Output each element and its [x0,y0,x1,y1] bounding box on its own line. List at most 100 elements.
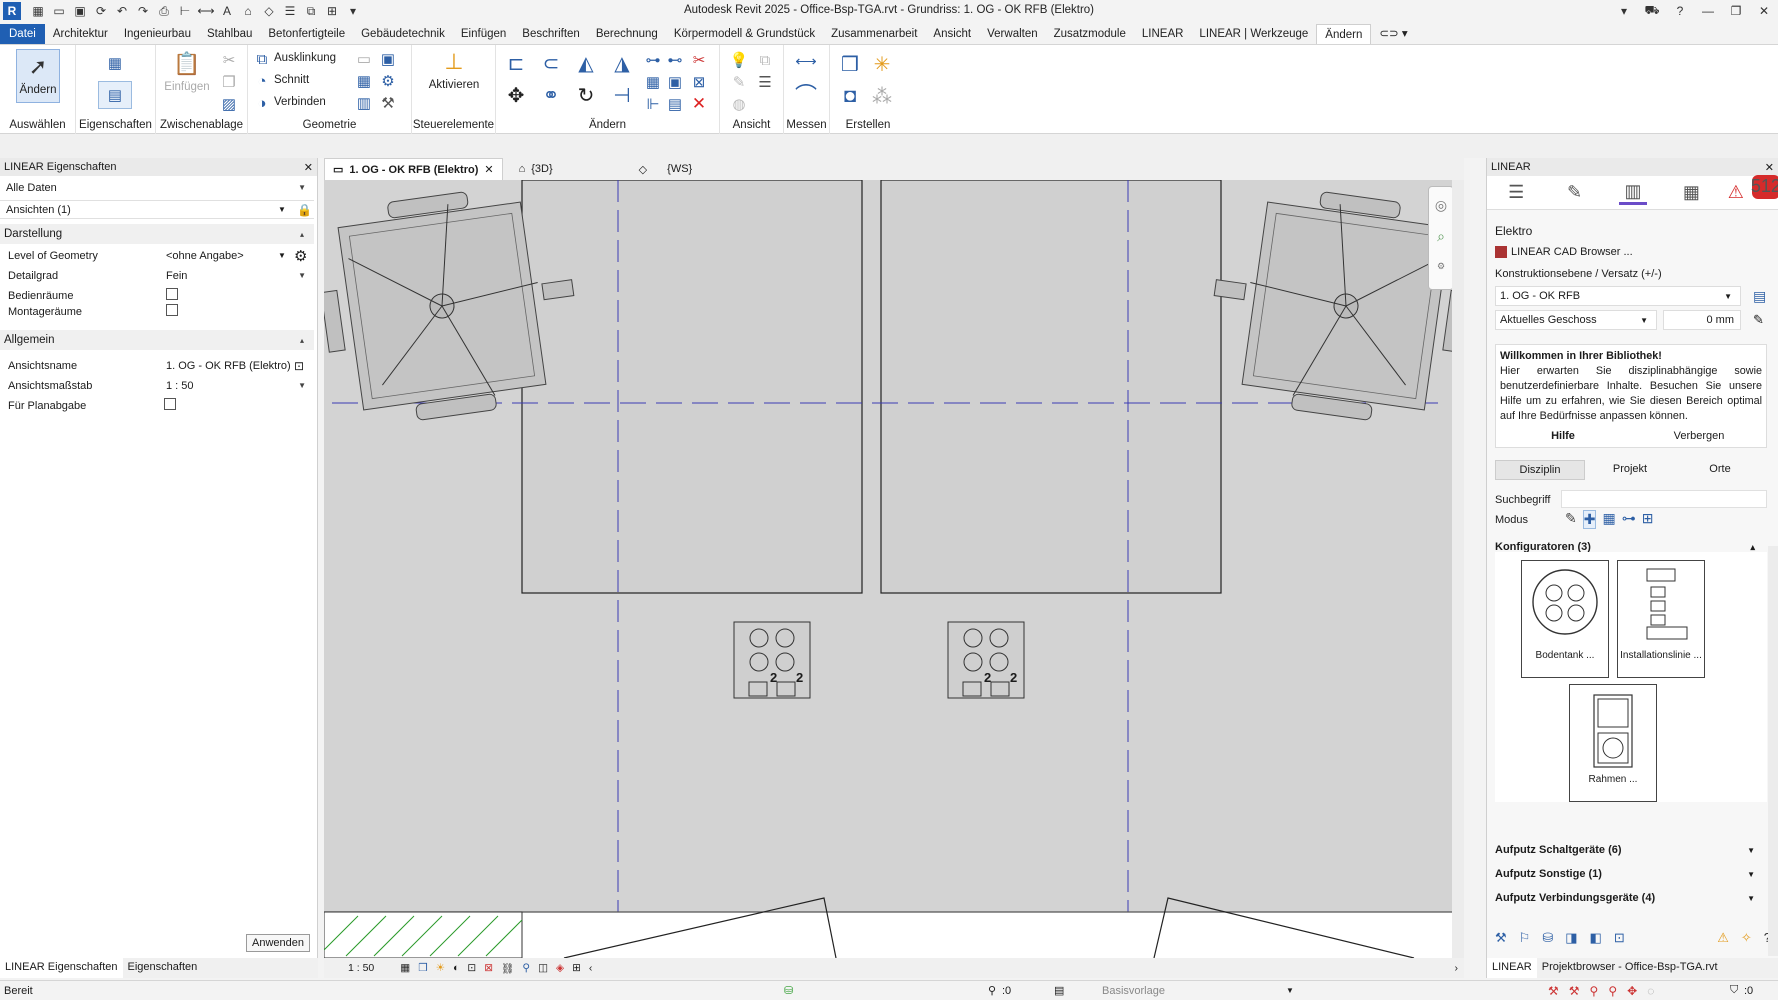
accordion-aufputz-sonstige[interactable]: Aufputz Sonstige (1) ▼ [1495,864,1767,884]
thin-lines-icon[interactable]: ☰ [283,4,297,18]
restore-icon[interactable]: ❐ [1722,4,1750,18]
section-darstellung[interactable]: Darstellung ▴ [0,224,314,244]
view-name-field[interactable]: 1. OG - OK RFB (Elektro) [166,360,291,372]
nav-options-icon[interactable]: ⚙ [1429,261,1453,272]
view-scale[interactable]: 1 : 50 [348,962,374,974]
reveal-hidden-icon[interactable]: ◫ [538,962,548,974]
edit-name-icon[interactable]: ⊡ [294,359,304,373]
accordion-aufputz-schaltgeraete[interactable]: Aufputz Schaltgeräte (6) ▼ [1495,840,1767,860]
analysis-icon[interactable]: ⊞ [572,962,581,974]
open-icon[interactable]: ▭ [52,4,66,18]
type-selector[interactable]: Ansichten (1) ▼ 🔒 [0,200,314,219]
design-options-icon[interactable]: ▤ [1054,984,1064,997]
chevron-down-icon[interactable]: ▼ [1286,986,1294,995]
paint-view-icon[interactable]: ◍ [728,95,750,113]
tool-icon[interactable]: ⊡ [1614,930,1625,946]
search-input[interactable] [1561,490,1767,508]
montage-checkbox[interactable] [166,304,178,319]
shadows-icon[interactable]: ◐ [453,962,459,974]
cut-geometry-button[interactable]: Schnitt [274,74,309,86]
tab-view-1og[interactable]: ▭ 1. OG - OK RFB (Elektro) ✕ [324,158,503,180]
chevron-down-icon[interactable]: ▾ [1610,4,1638,18]
bedien-checkbox[interactable] [166,288,178,303]
minimize-icon[interactable]: — [1694,4,1722,18]
hide-link[interactable]: Verbergen [1631,430,1767,448]
menu-tab-5[interactable]: Gebäudetechnik [353,24,453,44]
unlock-3d-icon[interactable]: ⛓ [501,962,514,975]
cut-icon[interactable]: ✂ [220,51,238,69]
revit-logo[interactable]: R [3,2,21,20]
group-label[interactable]: Auswählen [0,119,75,131]
temp-hide-icon[interactable]: ⚲ [522,962,530,974]
select-links-icon[interactable]: ⚒ [1548,984,1559,998]
home-icon[interactable]: ▦ [31,4,45,18]
create-group-icon[interactable]: ◘ [836,83,864,109]
sync-icon[interactable]: ⟳ [94,4,108,18]
library-icon[interactable]: ▥ [1618,181,1647,205]
scale-select[interactable]: 1 : 50 [166,380,194,392]
help-link[interactable]: Hilfe [1495,430,1631,448]
lod-select[interactable]: <ohne Angabe> [166,250,244,262]
sun-path-icon[interactable]: ☀ [436,962,445,974]
menu-tab-12[interactable]: Verwalten [979,24,1046,44]
menu-tab-6[interactable]: Einfügen [453,24,514,44]
undo-icon[interactable]: ↶ [115,4,129,18]
join-icon[interactable]: ◑ [254,95,270,112]
copy-icon[interactable]: ❐ [220,73,238,91]
cope-button[interactable]: Ausklinkung [274,52,336,64]
linework-icon[interactable]: ✎ [728,73,750,91]
similar-icon[interactable]: ⁂ [868,83,896,109]
filter-icon[interactable]: ⛉ [1730,984,1738,997]
paste-button[interactable]: 📋 Einfügen [164,51,210,93]
tab-linear-eigenschaften[interactable]: LINEAR Eigenschaften [0,958,123,978]
properties-icon[interactable]: ▤ [98,81,132,109]
switch-windows-icon[interactable]: ⊞ [325,4,339,18]
select-pinned-icon[interactable]: ⚲ [1590,984,1599,998]
align-icon[interactable]: ⊏ [504,51,528,75]
cart-icon[interactable]: ⛟ [1638,3,1666,19]
crop-region-icon[interactable]: ⊠ [484,962,493,974]
warnings-icon[interactable]: ⚠ 512 [1728,174,1778,205]
edit-icon[interactable]: ✎ [1561,181,1589,205]
cad-browser-link[interactable]: LINEAR CAD Browser ... [1495,246,1633,258]
pin-icon[interactable]: ⊠ [690,73,708,91]
type-properties-icon[interactable]: ▦ [98,49,132,77]
array-icon[interactable]: ▦ [644,73,662,91]
rotate-icon[interactable]: ↻ [572,83,600,107]
menu-tab-11[interactable]: Ansicht [925,24,979,44]
extend-icon[interactable]: ▤ [666,95,684,113]
tab-eigenschaften[interactable]: Eigenschaften [123,958,203,978]
measure-distance-icon[interactable]: ⟷ [790,51,822,71]
demolish-icon[interactable]: ⚙ [380,73,396,90]
line-mode-icon[interactable]: ⊶ [1622,510,1636,529]
tab-disziplin[interactable]: Disziplin [1495,460,1585,480]
select-underlay-icon[interactable]: ⚒ [1569,984,1580,998]
temp-view-props-icon[interactable]: ◈ [556,962,564,974]
modify-button[interactable]: ➚ Ändern [16,49,60,103]
help-icon[interactable]: ? [1666,4,1694,18]
menu-tab-9[interactable]: Körpermodell & Grundstück [666,24,823,44]
detail-level-icon[interactable]: ▦ [400,962,410,974]
paint-icon[interactable]: ▦ [356,73,372,90]
menu-tab-8[interactable]: Berechnung [588,24,666,44]
grid-mode-icon[interactable]: ▦ [1602,510,1615,529]
split-icon[interactable]: ▥ [356,95,372,112]
customize-qat-icon[interactable]: ▾ [346,4,360,18]
place-mode-icon[interactable]: ✚ [1582,510,1597,529]
level-settings-icon[interactable]: ▤ [1753,288,1766,305]
tile-rahmen[interactable]: Rahmen ... [1569,684,1657,802]
mirror-draw-icon[interactable]: ◮ [608,51,636,75]
tab-view-ws[interactable]: ◇ {WS} [631,158,701,180]
tile-installationslinie[interactable]: Installationslinie ... [1617,560,1705,678]
offset-icon[interactable]: ⊂ [536,51,566,75]
dimension-arc-icon[interactable]: ⌒ [790,79,822,109]
section-icon[interactable]: ◇ [262,4,276,18]
create-assembly-icon[interactable]: ❒ [836,51,864,77]
split-face-icon[interactable]: ▣ [380,51,396,68]
menu-tab-1[interactable]: Architektur [45,24,116,44]
menu-tab-2[interactable]: Ingenieurbau [116,24,199,44]
match-type-icon[interactable]: ▨ [220,95,238,113]
close-icon[interactable]: ✕ [1750,4,1778,18]
vertical-scrollbar[interactable] [1452,180,1464,958]
tab-projektbrowser[interactable]: Projektbrowser - Office-Bsp-TGA.rvt [1537,958,1723,978]
